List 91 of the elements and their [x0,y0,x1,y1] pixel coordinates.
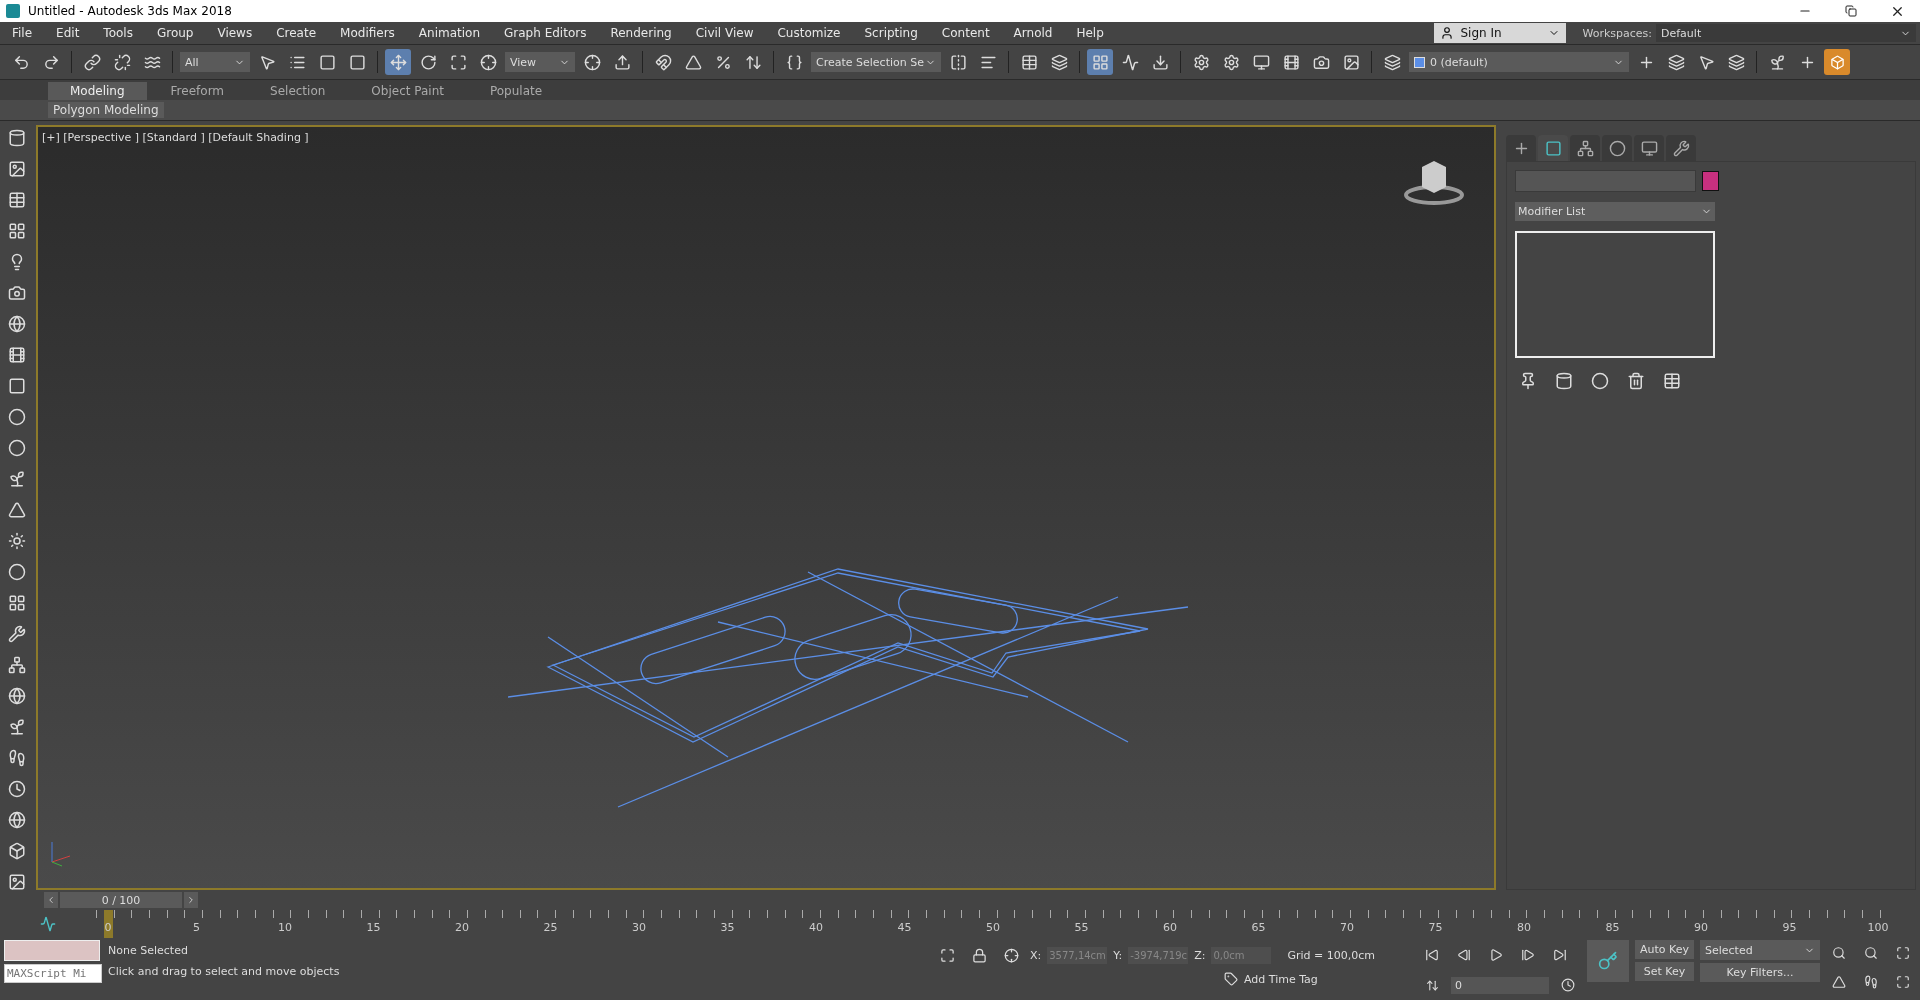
plus-icon[interactable] [1506,135,1536,161]
wrench-icon[interactable] [1666,135,1696,161]
right-caret-icon [186,895,196,906]
key-icon [1598,951,1618,971]
menu-item[interactable]: File [0,26,45,40]
ribbon-tab[interactable]: Modeling [48,82,147,100]
circles-icon[interactable] [1602,135,1632,161]
menu-item[interactable]: Modifiers [328,26,407,40]
key-filters-button[interactable]: Key Filters... [1700,963,1820,982]
time-ruler[interactable]: 0 5 10 15 20 25 30 35 40 45 50 55 60 65 70 75 80 85 90 95 100 [96,910,1890,938]
menu-item[interactable]: Animation [406,26,493,40]
y-label: Y: [1113,948,1123,962]
menu-item[interactable]: Create [264,26,329,40]
menu-item[interactable]: Edit [44,26,92,40]
viewport[interactable]: [+] [Perspective ] [Standard ] [Default Shading ] [36,125,1496,890]
prompt-text: Click and drag to select and move objects [108,965,341,978]
app-logo [6,4,20,18]
ruler-label: 80 [1517,921,1531,935]
frame-field[interactable]: 0 [1451,976,1549,994]
ruler-label: 15 [366,921,381,935]
selection-filter-dropdown[interactable]: All [180,52,250,72]
menu-item[interactable]: Content [929,26,1002,40]
menu-item[interactable]: Help [1064,26,1116,40]
menu-item[interactable]: Customize [765,26,853,40]
menu-item[interactable]: Rendering [598,26,684,40]
ribbon-tab[interactable]: Freeform [148,82,247,100]
user-icon [1440,26,1455,40]
ruler-label: 85 [1605,921,1620,935]
coordinate-dropdown[interactable]: View [505,52,575,72]
next-frame-button[interactable] [184,892,198,909]
ruler-label: 35 [720,921,735,935]
key-mode-dropdown[interactable]: Selected [1700,940,1820,960]
curve-editor-icon[interactable] [40,916,56,933]
window-title: Untitled - Autodesk 3ds Max 2018 [28,4,233,18]
ruler-label: 50 [986,921,1000,935]
ribbon-panel-label[interactable]: Polygon Modeling [48,102,164,118]
ruler-label: 0 [104,921,112,935]
tag-icon [1224,972,1238,986]
ruler-label: 20 [455,921,469,935]
ruler-label: 95 [1782,921,1797,935]
ribbon-tab[interactable]: Selection [248,82,348,100]
ruler-label: 55 [1074,921,1089,935]
listener-field[interactable] [4,940,100,961]
menu-item[interactable]: Group [144,26,206,40]
ruler-label: 40 [809,921,823,935]
ruler-label: 65 [1251,921,1266,935]
auto-key-button[interactable]: Auto Key [1635,940,1694,959]
ruler-label: 25 [543,921,558,935]
previous-frame-button[interactable] [44,892,58,909]
menu-item[interactable]: Arnold [1001,26,1065,40]
set-key-icon[interactable] [1587,940,1629,982]
left-caret-icon [46,895,56,906]
ruler-label: 60 [1163,921,1177,935]
time-thumb[interactable] [104,910,113,939]
layer-dropdown[interactable]: 0 (default) [1409,52,1629,72]
menu-item[interactable]: Civil View [683,26,766,40]
modifier-list-dropdown[interactable]: Modifier List [1515,202,1715,221]
layer-color-icon [1414,56,1425,68]
maxscript-field[interactable]: MAXScript Mi [4,964,102,983]
x-label: X: [1030,948,1042,962]
ruler-label: 30 [632,921,646,935]
selection-status: None Selected [108,944,189,957]
ruler-label: 45 [897,921,912,935]
object-name-field[interactable] [1515,170,1696,192]
named-selection-dropdown[interactable]: Create Selection Se [811,52,941,72]
hierarchy-icon[interactable] [1570,135,1600,161]
move-icon[interactable] [385,49,411,75]
set-key-button[interactable]: Set Key [1635,962,1694,981]
workspaces-label: Workspaces: [1582,26,1652,40]
sign-in-button[interactable]: Sign In [1434,23,1567,43]
menu-item[interactable]: Scripting [852,26,930,40]
menu-item[interactable]: Graph Editors [492,26,599,40]
grid-size-text: Grid = 100,0cm [1287,948,1376,962]
add-time-tag-button[interactable]: Add Time Tag [1224,972,1376,986]
ruler-label: 75 [1428,921,1443,935]
monitor-icon[interactable] [1634,135,1664,161]
viewport-label[interactable]: [+] [Perspective ] [Standard ] [Default Shading ] [42,131,309,144]
ruler-label: 5 [193,921,200,935]
menu-item[interactable]: Views [205,26,265,40]
object-color-swatch[interactable] [1702,171,1719,191]
workspace-dropdown[interactable]: Default [1656,24,1916,42]
z-label: Z: [1194,948,1206,962]
restore-icon[interactable] [1845,5,1857,17]
ruler-label: 10 [278,921,292,935]
ribbon-tab[interactable]: Object Paint [349,82,466,100]
ribbon-tab[interactable]: Populate [467,82,565,100]
menu-item[interactable]: Tools [91,26,145,40]
ruler-label: 70 [1340,921,1354,935]
ruler-label: 100 [1867,921,1889,935]
ruler-label: 90 [1694,921,1708,935]
modifier-stack[interactable] [1515,231,1715,358]
